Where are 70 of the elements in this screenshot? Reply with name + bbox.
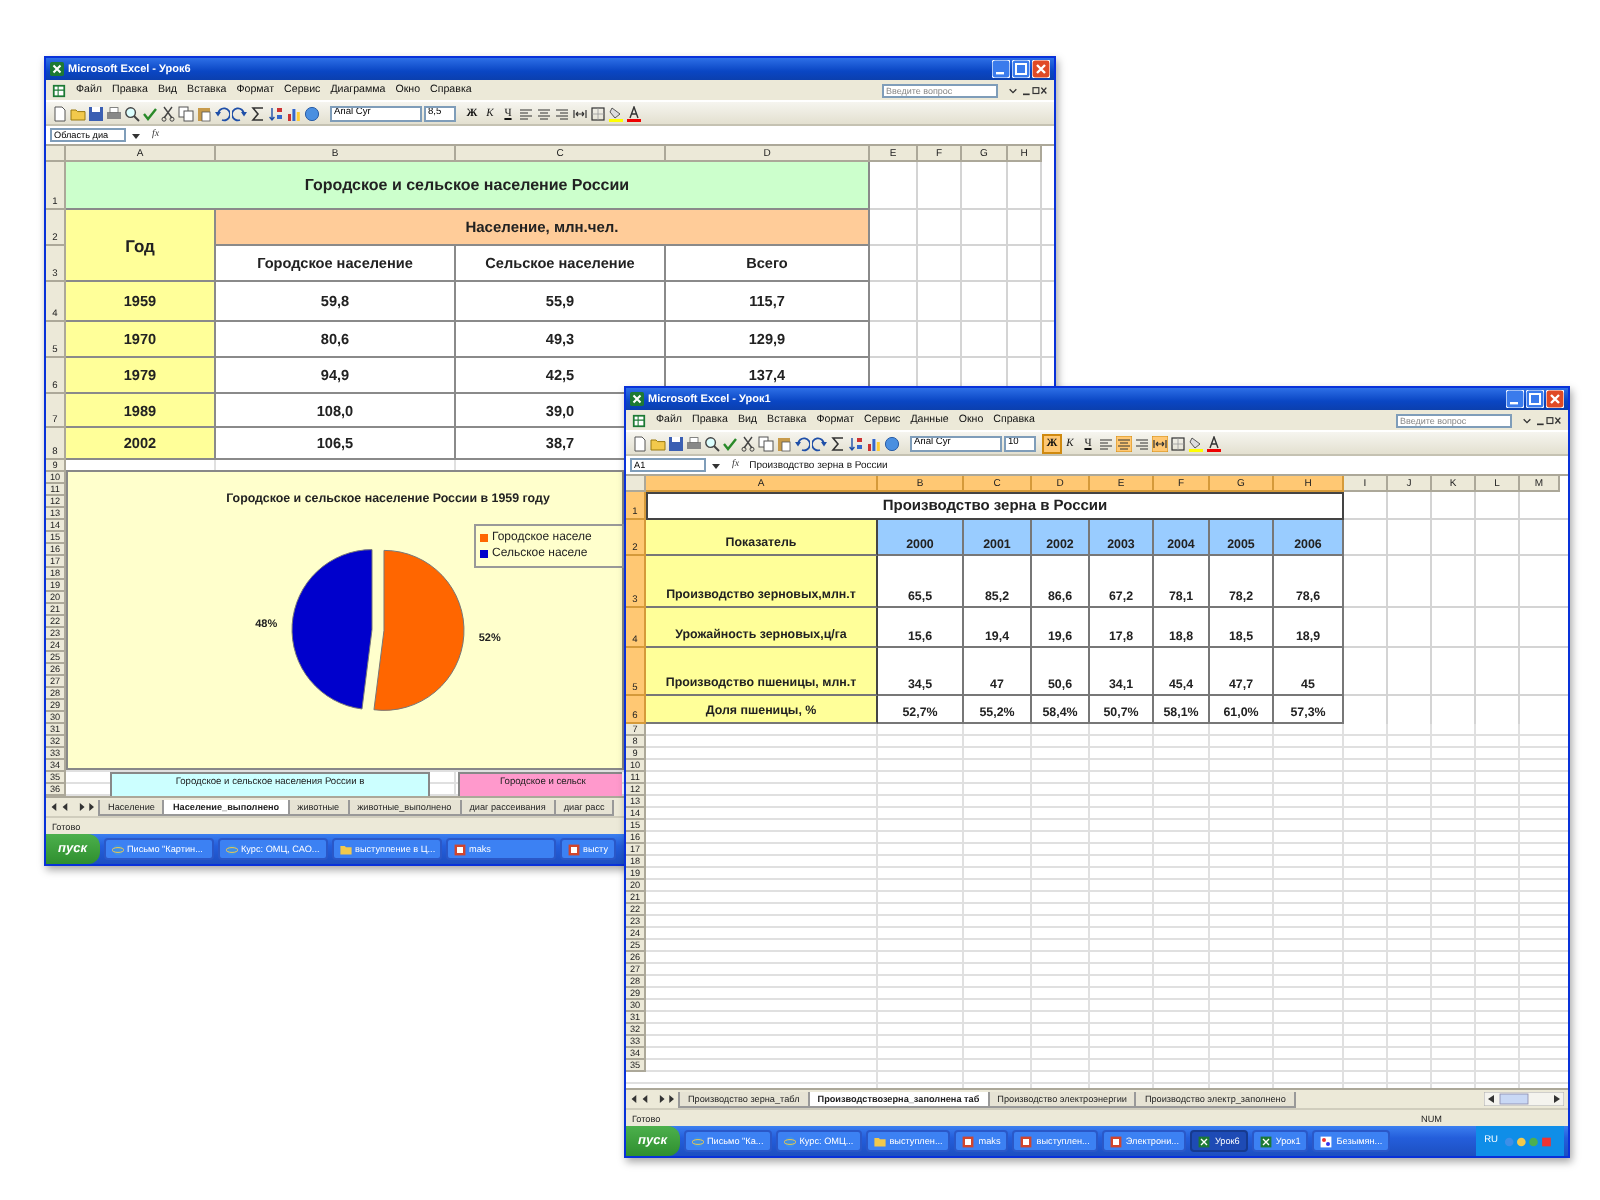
clipboard-icon[interactable] — [196, 105, 212, 121]
font-color-icon[interactable] — [626, 105, 642, 121]
magnifier-icon[interactable] — [124, 105, 140, 121]
align-left-button[interactable] — [1098, 435, 1114, 451]
folder-icon[interactable] — [650, 435, 666, 451]
scissors-icon[interactable] — [740, 435, 756, 451]
sheet-navigation-icon[interactable] — [50, 802, 94, 812]
new-document-icon[interactable] — [52, 105, 68, 121]
spreadsheet-icon — [1259, 1135, 1272, 1147]
close-button[interactable] — [1546, 390, 1564, 408]
browser-icon — [225, 843, 237, 855]
copy-icon[interactable] — [178, 105, 194, 121]
merge-cells-button[interactable] — [572, 105, 588, 121]
align-center-button[interactable] — [1116, 435, 1132, 451]
merge-cells-button[interactable] — [1152, 435, 1168, 451]
sigma-icon[interactable] — [830, 435, 846, 451]
horizontal-scrollbar[interactable] — [1484, 1092, 1564, 1106]
new-document-icon[interactable] — [632, 435, 648, 451]
font-color-icon[interactable] — [1206, 435, 1222, 451]
redo-icon[interactable] — [232, 105, 248, 121]
paint-icon — [1320, 1135, 1333, 1147]
save-icon[interactable] — [88, 105, 104, 121]
align-left-button[interactable] — [518, 105, 534, 121]
redo-icon[interactable] — [812, 435, 828, 451]
scissors-icon[interactable] — [160, 105, 176, 121]
table-header: Год — [66, 210, 216, 282]
folder-icon[interactable] — [70, 105, 86, 121]
printer-icon[interactable] — [686, 435, 702, 451]
maximize-button[interactable] — [1526, 390, 1544, 408]
spreadsheet-icon — [1198, 1135, 1211, 1147]
tray-icons-drawing[interactable] — [1504, 1135, 1556, 1147]
close-button[interactable] — [1032, 60, 1050, 78]
printer-icon[interactable] — [106, 105, 122, 121]
align-center-button[interactable] — [536, 105, 552, 121]
sheet-navigation-icon[interactable] — [630, 1094, 674, 1104]
document-window-controls-icon[interactable] — [1522, 415, 1562, 425]
slides-app-icon — [453, 843, 465, 855]
folder-icon — [873, 1135, 886, 1147]
fill-color-icon[interactable] — [1188, 435, 1204, 451]
bar-chart-icon[interactable] — [286, 105, 302, 121]
sort-icon[interactable] — [268, 105, 284, 121]
clipboard-icon[interactable] — [776, 435, 792, 451]
minimize-button[interactable] — [992, 60, 1010, 78]
undo-icon[interactable] — [794, 435, 810, 451]
borders-icon[interactable] — [1170, 435, 1186, 451]
browser-icon — [111, 843, 123, 855]
spreadsheet-icon — [50, 62, 64, 76]
spreadsheet-icon — [630, 392, 644, 406]
slides-app-icon — [567, 843, 579, 855]
bar-chart-icon[interactable] — [866, 435, 882, 451]
folder-icon — [339, 843, 351, 855]
slides-app-icon — [1109, 1135, 1122, 1147]
slides-app-icon — [962, 1135, 975, 1147]
borders-icon[interactable] — [590, 105, 606, 121]
check-mark-icon[interactable] — [142, 105, 158, 121]
sigma-icon[interactable] — [250, 105, 266, 121]
slides-app-icon — [1020, 1135, 1033, 1147]
undo-icon[interactable] — [214, 105, 230, 121]
minimize-button[interactable] — [1506, 390, 1524, 408]
fill-color-icon[interactable] — [608, 105, 624, 121]
save-icon[interactable] — [668, 435, 684, 451]
copy-icon[interactable] — [758, 435, 774, 451]
magnifier-icon[interactable] — [704, 435, 720, 451]
browser-icon — [783, 1135, 796, 1147]
table-title: Городское и сельское население России — [66, 162, 870, 210]
check-mark-icon[interactable] — [722, 435, 738, 451]
sort-icon[interactable] — [848, 435, 864, 451]
maximize-button[interactable] — [1012, 60, 1030, 78]
document-window-controls-icon[interactable] — [1008, 85, 1048, 95]
browser-icon — [691, 1135, 703, 1147]
